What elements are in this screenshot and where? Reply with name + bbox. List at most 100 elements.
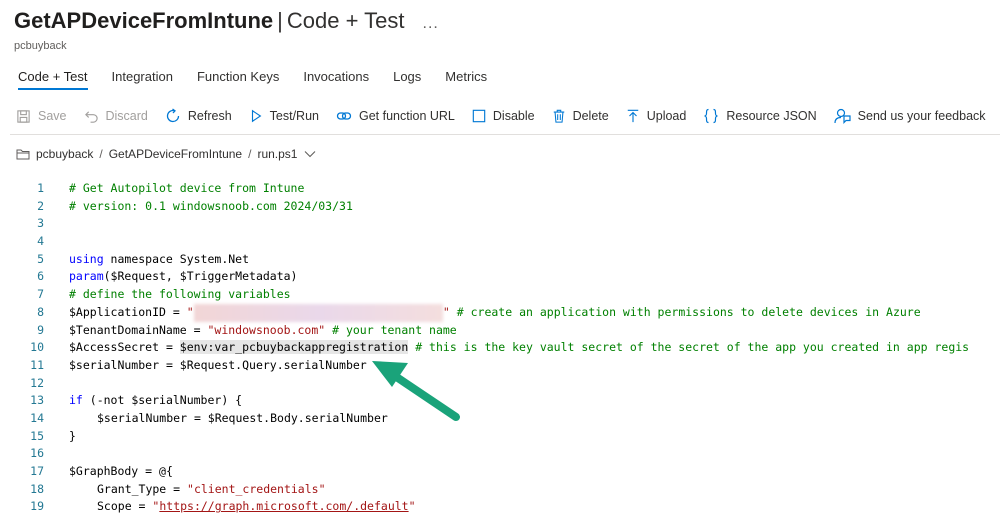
- breadcrumb-separator: /: [248, 147, 252, 161]
- more-options-button[interactable]: ...: [423, 15, 439, 32]
- test-run-label: Test/Run: [269, 109, 319, 123]
- send-feedback-button[interactable]: Send us your feedback: [834, 108, 986, 124]
- breadcrumb-function[interactable]: GetAPDeviceFromIntune: [109, 147, 242, 161]
- variable: $serialNumber: [69, 357, 160, 372]
- section-name: Code + Test: [286, 8, 405, 33]
- save-button[interactable]: Save: [16, 109, 67, 124]
- redacted-value: 3xxxxxxx-xxxx-xxxx-xxxx-xxxxxxxxxxxx: [193, 303, 443, 322]
- toolbar-divider: [10, 134, 1000, 135]
- get-function-url-label: Get function URL: [359, 109, 455, 123]
- save-label: Save: [38, 109, 67, 123]
- folder-icon: [16, 149, 30, 160]
- code-text: $AccessSecret = $env:var_pcbuybackappreg…: [69, 339, 969, 357]
- string-quote: ": [408, 499, 416, 514]
- tab-integration[interactable]: Integration: [112, 69, 173, 90]
- resource-json-button[interactable]: Resource JSON: [703, 108, 817, 124]
- play-icon: [251, 109, 262, 123]
- line-number: 7: [37, 287, 44, 302]
- code-fragment: $Request.Query.serialNumber: [179, 357, 367, 372]
- test-run-button[interactable]: Test/Run: [249, 109, 319, 123]
- delete-button[interactable]: Delete: [552, 108, 609, 124]
- tab-code-test[interactable]: Code + Test: [18, 69, 88, 90]
- file-selector[interactable]: run.ps1: [257, 147, 297, 161]
- code-text: param($Request, $TriggerMetadata): [69, 268, 298, 286]
- code-fragment: ($Request, $TriggerMetadata): [103, 269, 298, 284]
- string-quote: ": [186, 304, 194, 319]
- code-line: 3: [0, 215, 1000, 233]
- variable: $AccessSecret: [69, 340, 160, 355]
- code-fragment: namespace System.Net: [103, 251, 250, 266]
- operator: =: [131, 499, 153, 514]
- line-number: 15: [30, 428, 44, 443]
- comment: # create an application with permissions…: [449, 304, 921, 319]
- line-number: 16: [30, 446, 44, 461]
- code-line: 10 $AccessSecret = $env:var_pcbuybackappr…: [0, 339, 1000, 357]
- file-breadcrumb: pcbuyback / GetAPDeviceFromIntune / run.…: [16, 147, 316, 161]
- tab-logs[interactable]: Logs: [393, 69, 421, 90]
- get-function-url-button[interactable]: Get function URL: [336, 108, 455, 124]
- code-line: 17 $GraphBody = @{: [0, 463, 1000, 481]
- line-number: 9: [37, 322, 44, 337]
- code-line: 12: [0, 375, 1000, 393]
- code-text: $ApplicationID = "3xxxxxxx-xxxx-xxxx-xxx…: [69, 303, 921, 322]
- code-text: # Get Autopilot device from Intune: [69, 181, 305, 195]
- code-text: if (-not $serialNumber) {: [69, 392, 242, 410]
- keyword: param: [69, 269, 104, 284]
- hash-key: Scope: [97, 499, 132, 514]
- line-number: 4: [37, 234, 44, 249]
- code-line: 5 using namespace System.Net: [0, 251, 1000, 269]
- line-number: 12: [30, 375, 44, 390]
- line-number: 19: [30, 499, 44, 514]
- operator: =: [159, 340, 180, 355]
- disable-button[interactable]: Disable: [472, 109, 535, 123]
- line-number: 10: [30, 340, 44, 355]
- checkbox-icon: [472, 109, 486, 123]
- line-number: 5: [37, 251, 44, 266]
- code-text: using namespace System.Net: [69, 251, 249, 269]
- resource-json-label: Resource JSON: [726, 109, 817, 123]
- keyword: if: [69, 393, 83, 408]
- code-line: 7 # define the following variables: [0, 286, 1000, 304]
- link-icon: [336, 112, 352, 120]
- code-editor[interactable]: 1 # Get Autopilot device from Intune 2 # v…: [0, 180, 1000, 516]
- command-bar: Save Discard Refresh Test/Run Get functi…: [16, 108, 1000, 124]
- env-variable-highlight: $env:var_pcbuybackappregistration: [179, 340, 409, 355]
- code-line: 16: [0, 445, 1000, 463]
- code-line: 2 # version: 0.1 windowsnoob.com 2024/03/…: [0, 198, 1000, 216]
- chevron-down-icon[interactable]: [304, 150, 316, 158]
- upload-button[interactable]: Upload: [626, 108, 687, 124]
- disable-label: Disable: [492, 109, 535, 123]
- code-text: Grant_Type = "client_credentials": [97, 481, 326, 499]
- code-line: 6 param($Request, $TriggerMetadata): [0, 268, 1000, 286]
- page-title: GetAPDeviceFromIntune | Code + Test...: [14, 6, 439, 39]
- delete-label: Delete: [572, 109, 609, 123]
- trash-icon: [553, 109, 564, 123]
- variable: $TenantDomainName: [69, 322, 187, 337]
- braces-icon: [704, 108, 718, 124]
- tab-metrics[interactable]: Metrics: [445, 69, 487, 90]
- refresh-button[interactable]: Refresh: [165, 108, 232, 124]
- breadcrumb-app[interactable]: pcbuyback: [36, 147, 93, 161]
- code-fragment: (-not $serialNumber) {: [82, 393, 243, 408]
- upload-icon: [627, 109, 638, 123]
- url-link[interactable]: https://graph.microsoft.com/.default: [159, 499, 408, 513]
- variable: $ApplicationID: [69, 304, 166, 319]
- resource-name: pcbuyback: [14, 40, 67, 52]
- tab-invocations[interactable]: Invocations: [303, 69, 369, 90]
- code-line: 18 Grant_Type = "client_credentials": [0, 481, 1000, 499]
- code-text: $TenantDomainName = "windowsnoob.com" # …: [69, 322, 457, 340]
- line-number: 14: [30, 410, 44, 425]
- discard-button[interactable]: Discard: [84, 109, 148, 124]
- operator: =: [166, 481, 188, 496]
- code-line: 15}: [0, 428, 1000, 446]
- code-line: 19 Scope = "https://graph.microsoft.com/.…: [0, 498, 1000, 516]
- refresh-icon: [166, 108, 180, 123]
- comment: # your tenant name: [325, 322, 457, 337]
- line-number: 11: [30, 357, 44, 372]
- code-text: # version: 0.1 windowsnoob.com 2024/03/3…: [69, 198, 353, 213]
- keyword: using: [69, 251, 104, 266]
- feedback-icon: [834, 108, 851, 124]
- refresh-label: Refresh: [187, 109, 232, 123]
- tab-function-keys[interactable]: Function Keys: [197, 69, 279, 90]
- upload-label: Upload: [646, 109, 687, 123]
